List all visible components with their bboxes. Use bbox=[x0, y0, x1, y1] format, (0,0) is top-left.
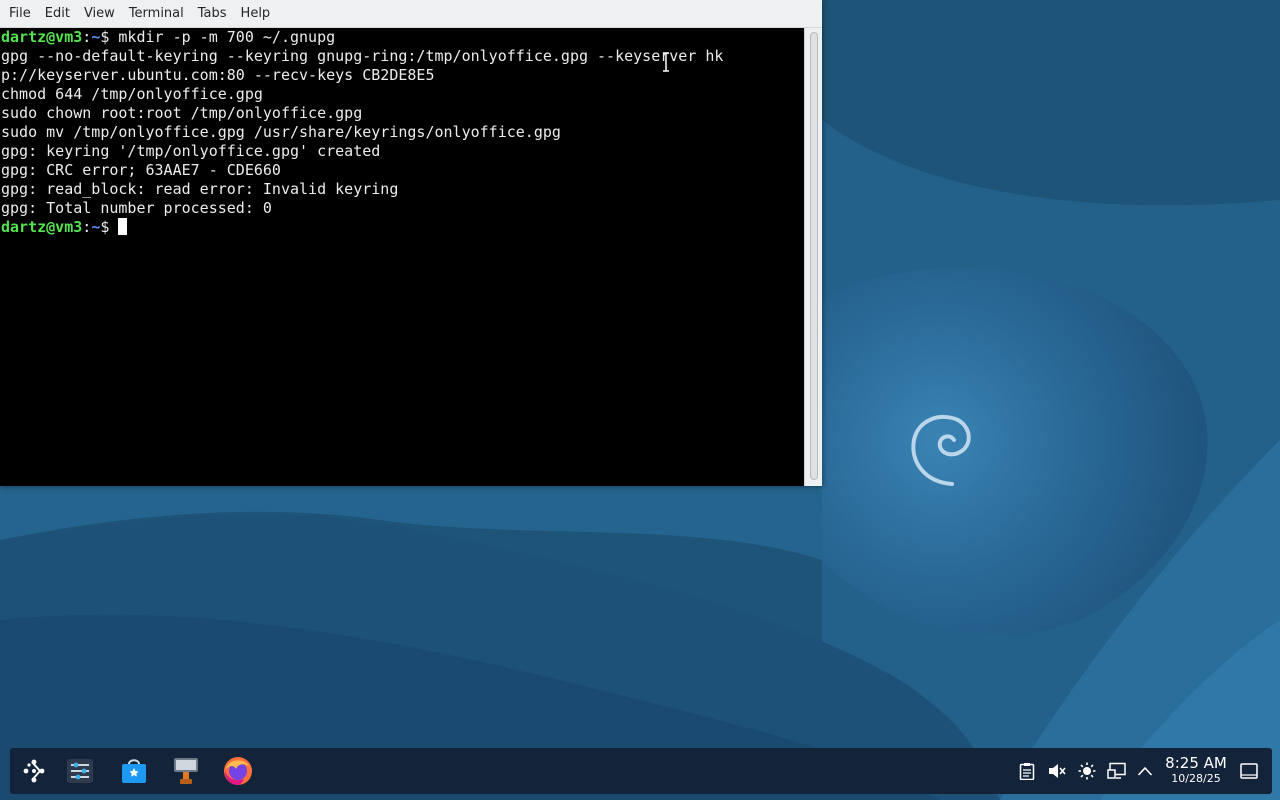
terminal-output-line: gpg: CRC error; 63AAE7 - CDE660 bbox=[1, 161, 281, 179]
scrollbar-thumb[interactable] bbox=[810, 32, 818, 480]
terminal-line-text: chmod 644 /tmp/onlyoffice.gpg bbox=[1, 85, 263, 103]
volume-muted-icon[interactable] bbox=[1047, 761, 1067, 781]
terminal-output-line: sudo chown root:root /tmp/onlyoffice.gpg bbox=[1, 104, 362, 122]
terminal-line-text: p://keyserver.ubuntu.com:80 --recv-keys … bbox=[1, 66, 435, 84]
terminal-line-text: gpg: keyring '/tmp/onlyoffice.gpg' creat… bbox=[1, 142, 381, 160]
firefox-icon[interactable] bbox=[220, 753, 256, 789]
digital-clock[interactable]: 8:25 AM 10/28/25 bbox=[1161, 754, 1231, 785]
terminal-output-area[interactable]: dartz@vm3:~$ mkdir -p -m 700 ~/.gnupg gp… bbox=[0, 28, 804, 486]
terminal-output-line: chmod 644 /tmp/onlyoffice.gpg bbox=[1, 85, 263, 103]
menu-view[interactable]: View bbox=[77, 0, 122, 27]
konsole-terminal-icon[interactable] bbox=[168, 753, 204, 789]
brightness-icon[interactable] bbox=[1077, 761, 1097, 781]
clock-time: 8:25 AM bbox=[1165, 754, 1227, 772]
terminal-line-text: gpg: read_block: read error: Invalid key… bbox=[1, 180, 399, 198]
terminal-scrollbar[interactable] bbox=[804, 28, 822, 486]
prompt-separator: : bbox=[82, 218, 92, 236]
text-cursor-ibeam-icon bbox=[663, 52, 669, 72]
menu-edit[interactable]: Edit bbox=[38, 0, 77, 27]
clipboard-icon[interactable] bbox=[1017, 761, 1037, 781]
terminal-prompt-line: dartz@vm3:~$ mkdir -p -m 700 ~/.gnupg bbox=[1, 28, 335, 46]
prompt-user: dartz@vm3 bbox=[1, 28, 83, 46]
prompt-path: ~ bbox=[91, 28, 101, 46]
terminal-window[interactable]: File Edit View Terminal Tabs Help dartz@… bbox=[0, 0, 822, 486]
terminal-text: dartz@vm3:~$ mkdir -p -m 700 ~/.gnupg gp… bbox=[0, 28, 804, 237]
terminal-line-text: gpg: Total number processed: 0 bbox=[1, 199, 272, 217]
terminal-line-text: sudo mv /tmp/onlyoffice.gpg /usr/share/k… bbox=[1, 123, 561, 141]
terminal-output-line: gpg: keyring '/tmp/onlyoffice.gpg' creat… bbox=[1, 142, 380, 160]
terminal-line-text: gpg --no-default-keyring --keyring gnupg… bbox=[1, 47, 724, 65]
terminal-cursor bbox=[118, 218, 128, 235]
menu-terminal[interactable]: Terminal bbox=[122, 0, 191, 27]
show-desktop-icon[interactable] bbox=[1239, 761, 1259, 781]
menu-tabs[interactable]: Tabs bbox=[191, 0, 234, 27]
system-settings-icon[interactable] bbox=[62, 753, 98, 789]
terminal-output-line: gpg: Total number processed: 0 bbox=[1, 199, 272, 217]
network-icon[interactable] bbox=[1107, 761, 1127, 781]
menu-help[interactable]: Help bbox=[234, 0, 278, 27]
terminal-output-line: p://keyserver.ubuntu.com:80 --recv-keys … bbox=[1, 66, 434, 84]
terminal-output-line: sudo mv /tmp/onlyoffice.gpg /usr/share/k… bbox=[1, 123, 561, 141]
application-launcher-icon[interactable] bbox=[16, 753, 52, 789]
terminal-line-text: gpg: CRC error; 63AAE7 - CDE660 bbox=[1, 161, 281, 179]
discover-store-icon[interactable] bbox=[116, 753, 152, 789]
terminal-line-text: $ mkdir -p -m 700 ~/.gnupg bbox=[100, 28, 336, 46]
taskbar-panel: 8:25 AM 10/28/25 bbox=[10, 748, 1272, 794]
terminal-prompt-line: dartz@vm3:~$ bbox=[1, 218, 128, 236]
menu-file[interactable]: File bbox=[2, 0, 38, 27]
clock-date: 10/28/25 bbox=[1171, 772, 1221, 785]
prompt-separator: : bbox=[82, 28, 92, 46]
tray-expand-arrow-icon[interactable] bbox=[1135, 761, 1155, 781]
terminal-line-text: sudo chown root:root /tmp/onlyoffice.gpg bbox=[1, 104, 363, 122]
prompt-path: ~ bbox=[91, 218, 101, 236]
menu-bar: File Edit View Terminal Tabs Help bbox=[0, 0, 822, 28]
prompt-user: dartz@vm3 bbox=[1, 218, 83, 236]
terminal-output-line: gpg: read_block: read error: Invalid key… bbox=[1, 180, 398, 198]
terminal-line-text: $ bbox=[100, 218, 119, 236]
terminal-output-line: gpg --no-default-keyring --keyring gnupg… bbox=[1, 47, 723, 65]
